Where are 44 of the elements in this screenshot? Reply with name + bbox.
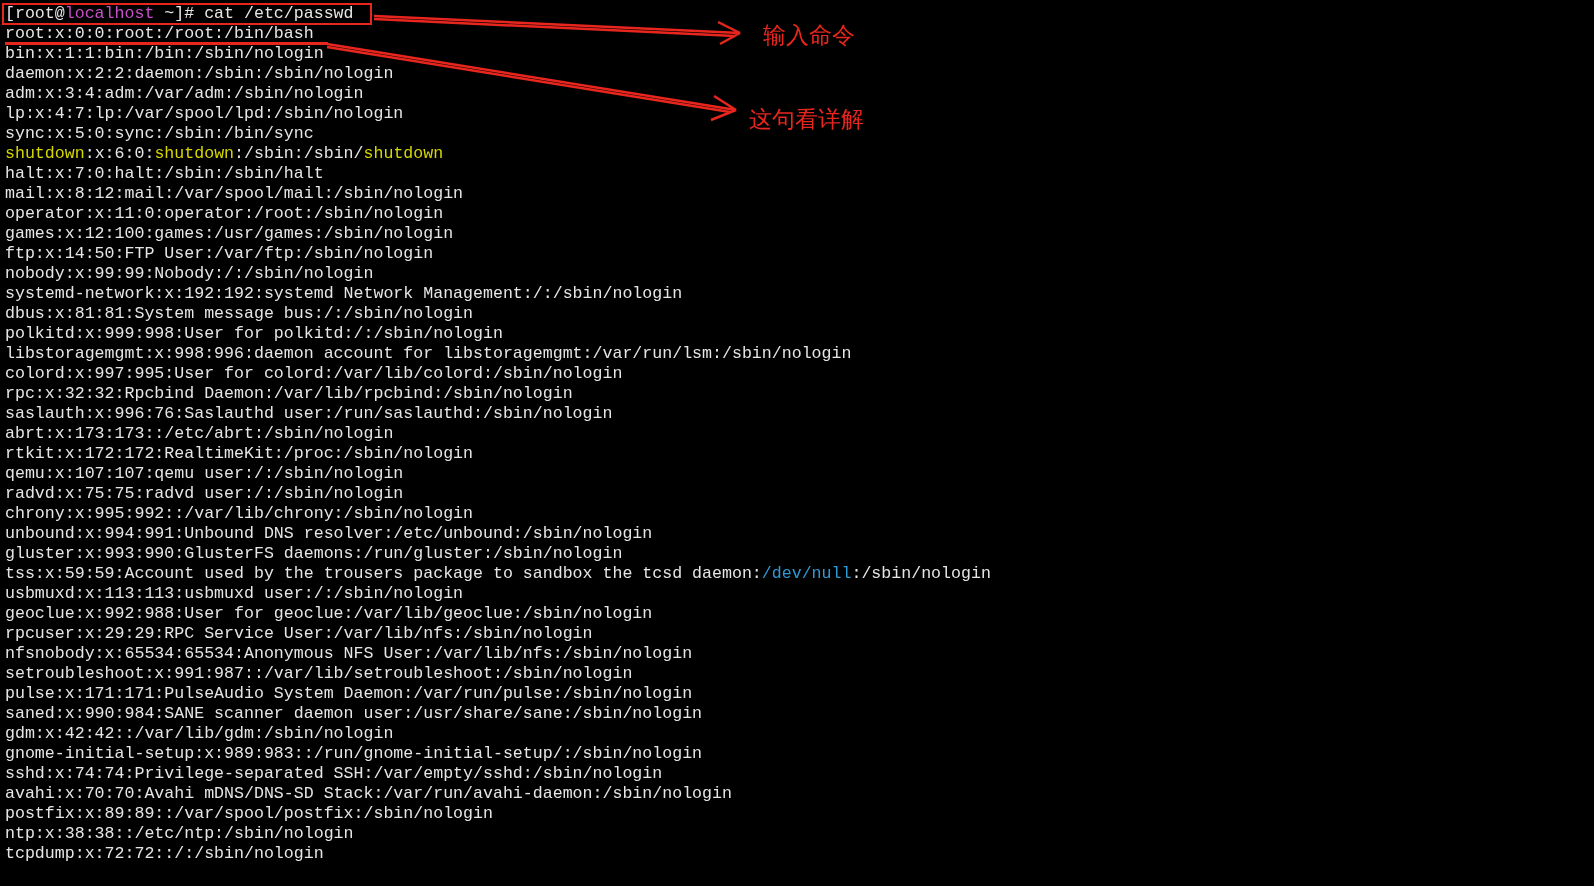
terminal-line: saned:x:990:984:SANE scanner daemon user:/usr/share/sane:/sbin/nologin — [5, 704, 703, 724]
terminal-line: systemd-network:x:192:192:systemd Network Management:/:/sbin/nologin — [5, 284, 683, 304]
terminal-line: ntp:x:38:38::/etc/ntp:/sbin/nologin — [5, 824, 354, 844]
terminal-line: tcpdump:x:72:72::/:/sbin/nologin — [5, 844, 324, 864]
terminal-line: radvd:x:75:75:radvd user:/:/sbin/nologin — [5, 484, 404, 504]
terminal-line: nobody:x:99:99:Nobody:/:/sbin/nologin — [5, 264, 374, 284]
terminal-line: dbus:x:81:81:System message bus:/:/sbin/nologin — [5, 304, 474, 324]
terminal-line: abrt:x:173:173::/etc/abrt:/sbin/nologin — [5, 424, 394, 444]
terminal-line: bin:x:1:1:bin:/bin:/sbin/nologin — [5, 44, 324, 64]
terminal-line: rpcuser:x:29:29:RPC Service User:/var/lib/nfs:/sbin/nologin — [5, 624, 593, 644]
terminal-line: shutdown:x:6:0:shutdown:/sbin:/sbin/shutdown — [5, 144, 444, 164]
annotation-label: 输入命令 — [763, 21, 855, 49]
terminal-line: tss:x:59:59:Account used by the trousers package to sandbox the tcsd daemon:/dev/null:/sbin/nologin — [5, 564, 991, 584]
terminal-line: rpc:x:32:32:Rpcbind Daemon:/var/lib/rpcbind:/sbin/nologin — [5, 384, 573, 404]
terminal-line: setroubleshoot:x:991:987::/var/lib/setroubleshoot:/sbin/nologin — [5, 664, 633, 684]
terminal-line: geoclue:x:992:988:User for geoclue:/var/lib/geoclue:/sbin/nologin — [5, 604, 653, 624]
terminal-line: gnome-initial-setup:x:989:983::/run/gnome-initial-setup/:/sbin/nologin — [5, 744, 703, 764]
terminal-line: sshd:x:74:74:Privilege-separated SSH:/var/empty/sshd:/sbin/nologin — [5, 764, 663, 784]
terminal-line: ftp:x:14:50:FTP User:/var/ftp:/sbin/nologin — [5, 244, 434, 264]
terminal-line: daemon:x:2:2:daemon:/sbin:/sbin/nologin — [5, 64, 394, 84]
terminal-line: rtkit:x:172:172:RealtimeKit:/proc:/sbin/nologin — [5, 444, 474, 464]
terminal-line: adm:x:3:4:adm:/var/adm:/sbin/nologin — [5, 84, 364, 104]
terminal-line: nfsnobody:x:65534:65534:Anonymous NFS User:/var/lib/nfs:/sbin/nologin — [5, 644, 693, 664]
annotation-label: 这句看详解 — [749, 105, 864, 133]
terminal-line: libstoragemgmt:x:998:996:daemon account for libstoragemgmt:/var/run/lsm:/sbin/nologin — [5, 344, 852, 364]
terminal-line: root:x:0:0:root:/root:/bin/bash — [5, 25, 328, 45]
terminal-line: saslauth:x:996:76:Saslauthd user:/run/saslauthd:/sbin/nologin — [5, 404, 613, 424]
terminal-line: avahi:x:70:70:Avahi mDNS/DNS-SD Stack:/var/run/avahi-daemon:/sbin/nologin — [5, 784, 732, 804]
terminal-line: halt:x:7:0:halt:/sbin:/sbin/halt — [5, 164, 324, 184]
terminal-line: operator:x:11:0:operator:/root:/sbin/nologin — [5, 204, 444, 224]
terminal-line: postfix:x:89:89::/var/spool/postfix:/sbin/nologin — [5, 804, 493, 824]
terminal-line: sync:x:5:0:sync:/sbin:/bin/sync — [5, 124, 314, 144]
terminal-line: lp:x:4:7:lp:/var/spool/lpd:/sbin/nologin — [5, 104, 404, 124]
terminal-line: gdm:x:42:42::/var/lib/gdm:/sbin/nologin — [5, 724, 394, 744]
terminal-line: usbmuxd:x:113:113:usbmuxd user:/:/sbin/nologin — [5, 584, 464, 604]
terminal-line: chrony:x:995:992::/var/lib/chrony:/sbin/nologin — [5, 504, 474, 524]
terminal-line: polkitd:x:999:998:User for polkitd:/:/sbin/nologin — [5, 324, 503, 344]
terminal-line: unbound:x:994:991:Unbound DNS resolver:/etc/unbound:/sbin/nologin — [5, 524, 653, 544]
terminal-line: mail:x:8:12:mail:/var/spool/mail:/sbin/nologin — [5, 184, 464, 204]
terminal-line: qemu:x:107:107:qemu user:/:/sbin/nologin — [5, 464, 404, 484]
terminal-line: colord:x:997:995:User for colord:/var/lib/colord:/sbin/nologin — [5, 364, 623, 384]
terminal-line: pulse:x:171:171:PulseAudio System Daemon:/var/run/pulse:/sbin/nologin — [5, 684, 693, 704]
terminal-line: gluster:x:993:990:GlusterFS daemons:/run/gluster:/sbin/nologin — [5, 544, 623, 564]
terminal-line: games:x:12:100:games:/usr/games:/sbin/nologin — [5, 224, 454, 244]
